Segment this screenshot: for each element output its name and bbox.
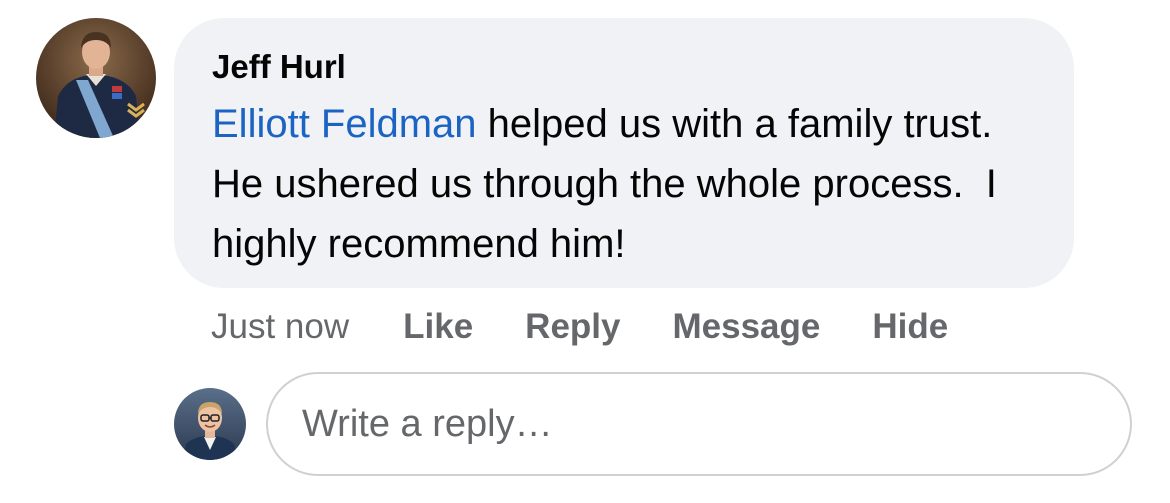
reply-input[interactable]: [302, 374, 1092, 474]
comment-bubble: Jeff Hurl Elliott Feldman helped us with…: [174, 18, 1074, 288]
user-avatar-photo-icon: [174, 388, 246, 460]
comment-timestamp[interactable]: Just now: [211, 307, 349, 347]
comment-author-name[interactable]: Jeff Hurl: [212, 44, 1038, 90]
message-button[interactable]: Message: [672, 307, 820, 347]
like-button[interactable]: Like: [403, 307, 473, 347]
mention-link[interactable]: Elliott Feldman: [212, 102, 477, 146]
author-avatar[interactable]: [36, 18, 156, 138]
current-user-avatar[interactable]: [174, 388, 246, 460]
reply-button[interactable]: Reply: [525, 307, 620, 347]
comment-actions-bar: Just now Like Reply Message Hide: [211, 300, 1000, 354]
reply-box[interactable]: [266, 372, 1132, 476]
comment-text: Elliott Feldman helped us with a family …: [212, 94, 1052, 274]
hide-button[interactable]: Hide: [872, 307, 948, 347]
author-avatar-photo-icon: [36, 18, 156, 138]
